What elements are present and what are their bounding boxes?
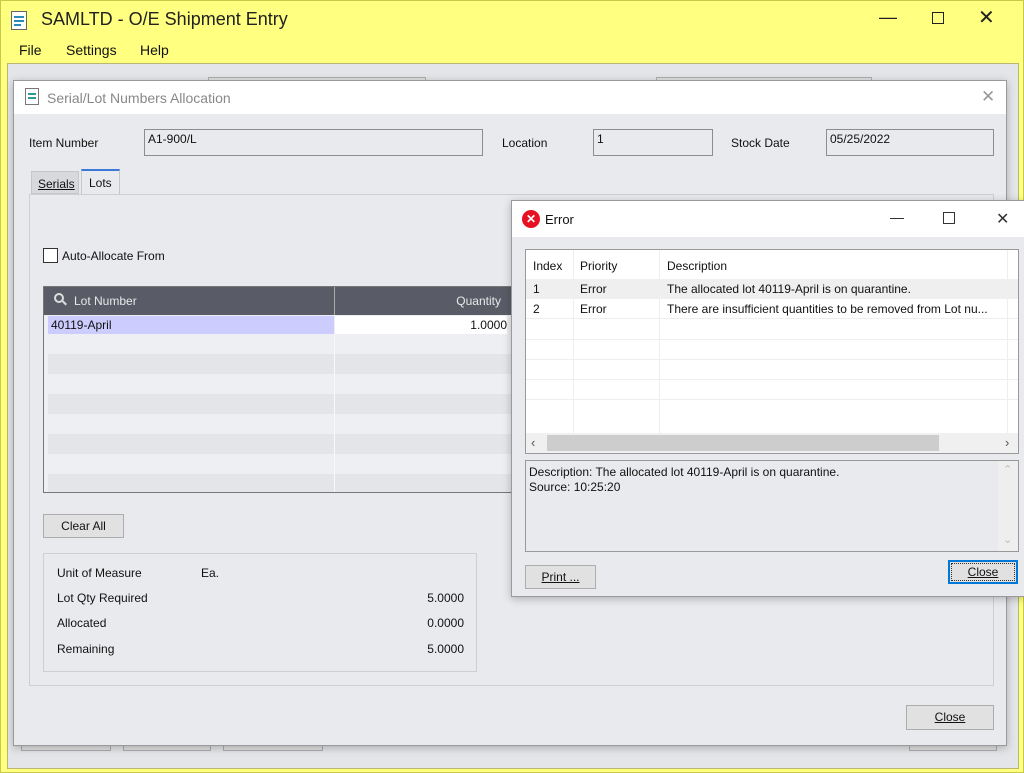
column-quantity[interactable]: Quantity — [444, 294, 501, 308]
auto-allocate-label: Auto-Allocate From — [62, 249, 165, 263]
print-button[interactable]: Print ... — [525, 565, 596, 589]
scroll-right-icon[interactable]: › — [1005, 435, 1009, 450]
detail-description: Description: The allocated lot 40119-Apr… — [529, 465, 840, 479]
error-title: Error — [545, 212, 574, 227]
close-icon[interactable]: ✕ — [978, 5, 995, 30]
allocated-label: Allocated — [57, 616, 107, 630]
close-button[interactable]: Close — [906, 705, 994, 730]
dialog-icon — [25, 88, 39, 105]
menu-file[interactable]: File — [19, 42, 42, 58]
menu-help[interactable]: Help — [140, 42, 169, 58]
close-icon[interactable]: ✕ — [996, 209, 1009, 229]
error-row-priority: Error — [580, 282, 607, 296]
scroll-left-icon[interactable]: ‹ — [531, 435, 535, 450]
item-number-label: Item Number — [29, 136, 99, 150]
app-icon — [11, 11, 27, 30]
error-row-description: The allocated lot 40119-April is on quar… — [667, 282, 911, 296]
column-lot-number[interactable]: Lot Number — [74, 294, 137, 308]
clear-all-button[interactable]: Clear All — [43, 514, 124, 538]
error-row-description: There are insufficient quantities to be … — [667, 302, 988, 316]
grid-cell-quantity[interactable]: 1.0000 — [335, 316, 507, 334]
stock-date-label: Stock Date — [731, 136, 790, 150]
location-field[interactable]: 1 — [593, 129, 713, 156]
lots-grid: Lot Number Quantity 40119-April 1.0000 — [43, 286, 523, 493]
tab-lots-label: Lots — [89, 176, 112, 190]
grid-header: Lot Number Quantity — [44, 287, 522, 315]
dialog-title: Serial/Lot Numbers Allocation — [47, 90, 231, 106]
error-close-button-label: Close — [967, 565, 999, 579]
print-button-label: Print ... — [541, 570, 580, 584]
remaining-label: Remaining — [57, 642, 115, 656]
stock-date-field[interactable]: 05/25/2022 — [826, 129, 994, 156]
auto-allocate-checkbox[interactable] — [43, 248, 58, 263]
grid-cell-lot[interactable]: 40119-April — [48, 316, 334, 334]
close-button-label: Close — [934, 710, 966, 724]
lot-qty-required-label: Lot Qty Required — [57, 591, 148, 605]
maximize-icon[interactable] — [943, 212, 955, 224]
error-row-index: 2 — [533, 302, 540, 316]
horizontal-scrollbar[interactable]: ‹ › — [526, 433, 1018, 453]
error-detail-box[interactable]: Description: The allocated lot 40119-Apr… — [525, 460, 1019, 552]
maximize-icon[interactable] — [932, 12, 944, 24]
column-priority[interactable]: Priority — [580, 259, 617, 273]
lot-qty-required-value: 5.0000 — [427, 591, 464, 605]
window-title: SAMLTD - O/E Shipment Entry — [41, 9, 288, 29]
item-number-field[interactable]: A1-900/L — [144, 129, 483, 156]
uom-value: Ea. — [201, 566, 220, 580]
error-row-priority: Error — [580, 302, 607, 316]
tab-serials[interactable]: Serials — [31, 171, 79, 194]
vertical-scrollbar[interactable]: ⌃ ⌄ — [998, 461, 1018, 551]
column-index[interactable]: Index — [533, 259, 562, 273]
summary-panel: Unit of Measure Ea. Lot Qty Required 5.0… — [43, 553, 477, 672]
allocated-value: 0.0000 — [427, 616, 464, 630]
dialog-close-icon[interactable]: ✕ — [981, 87, 995, 107]
scrollbar-thumb[interactable] — [547, 435, 939, 451]
menu-settings[interactable]: Settings — [66, 42, 117, 58]
error-close-button[interactable]: Close — [948, 560, 1018, 584]
remaining-value: 5.0000 — [427, 642, 464, 656]
error-dialog: ✕ Error ✕ Index Priority Description 1 E… — [511, 200, 1024, 597]
detail-source: Source: 10:25:20 — [529, 480, 621, 494]
error-list: Index Priority Description 1 Error The a… — [525, 249, 1019, 454]
uom-label: Unit of Measure — [57, 566, 142, 580]
location-label: Location — [502, 136, 548, 150]
column-description[interactable]: Description — [667, 259, 727, 273]
tab-lots[interactable]: Lots — [81, 169, 120, 195]
tab-serials-label: Serials — [38, 177, 75, 191]
minimize-icon[interactable] — [890, 218, 904, 219]
minimize-icon[interactable]: — — [879, 7, 897, 28]
error-x-icon: ✕ — [522, 210, 540, 228]
error-row-index: 1 — [533, 282, 540, 296]
